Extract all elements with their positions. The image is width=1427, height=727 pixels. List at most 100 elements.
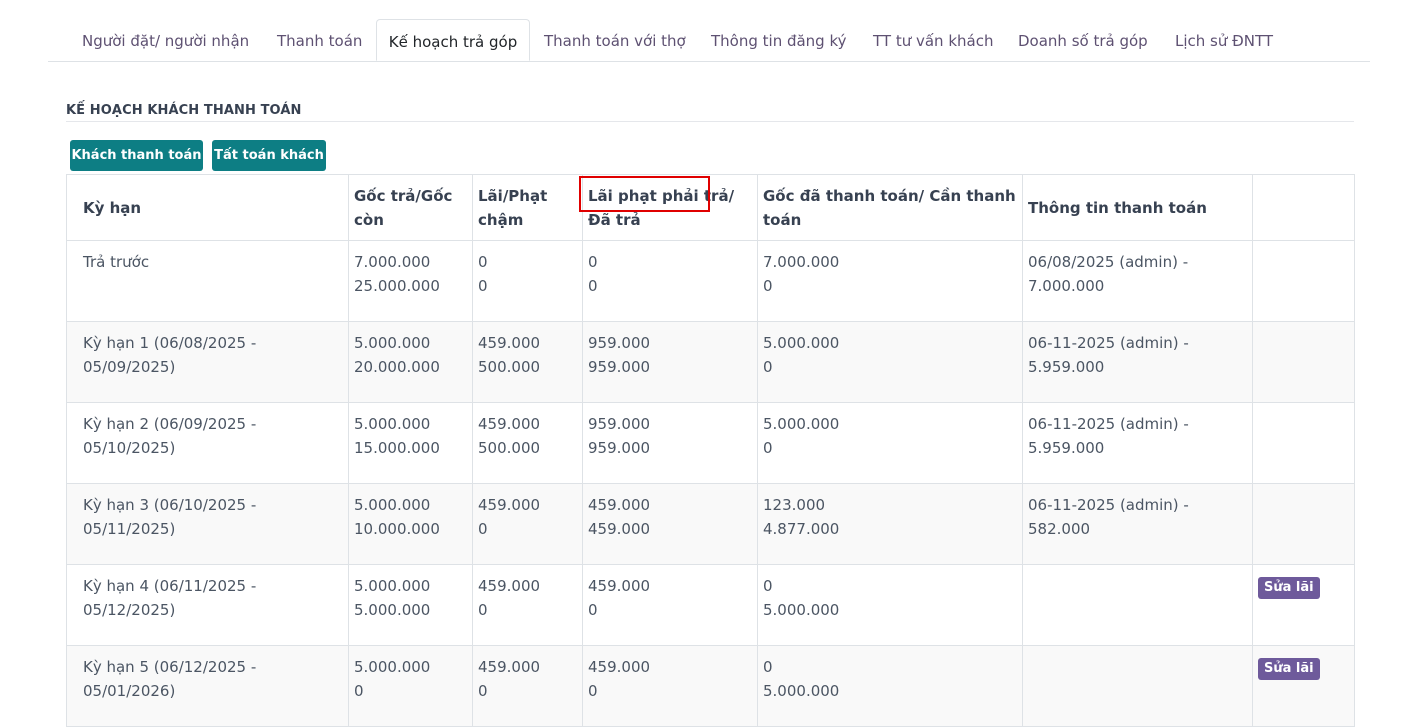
late-penalty-value: 500.000 [478,358,541,376]
interest-value: 459.000 [478,496,541,514]
principal-settled-cell: 123.000 4.877.000 [757,483,1023,565]
penalty-paid-value: 459.000 [588,520,651,538]
principal-needed-value: 5.000.000 [763,601,840,619]
header-interest: Lãi/Phạt chậm [472,174,583,241]
principal-settled-cell: 5.000.000 0 [757,321,1023,403]
principal-remaining-value: 0 [354,682,364,700]
principal-settled-value: 5.000.000 [763,334,840,352]
interest-cell: 459.000 0 [472,564,583,646]
principal-paid-value: 5.000.000 [354,334,431,352]
principal-settled-value: 0 [763,577,773,595]
table-row: Kỳ hạn 2 (06/09/2025 - 05/10/2025) 5.000… [66,402,1355,484]
principal-needed-value: 0 [763,358,773,376]
penalty-due-value: 459.000 [588,658,651,676]
settle-customer-button[interactable]: Tất toán khách [212,140,326,171]
tab-ke-hoach-tra-gop[interactable]: Kế hoạch trả góp [376,19,530,61]
interest-cell: 459.000 0 [472,483,583,565]
principal-cell: 7.000.000 25.000.000 [348,240,473,322]
payment-info-cell: 06-11-2025 (admin) - 582.000 [1022,483,1253,565]
header-payment-info: Thông tin thanh toán [1022,174,1253,241]
action-cell [1252,402,1355,484]
section-divider [66,121,1354,122]
principal-paid-value: 5.000.000 [354,577,431,595]
principal-cell: 5.000.000 5.000.000 [348,564,473,646]
table-row: Trả trước 7.000.000 25.000.000 00 00 7.00… [66,240,1355,322]
payment-info-cell: 06-11-2025 (admin) - 5.959.000 [1022,402,1253,484]
late-penalty-value: 0 [478,520,488,538]
table-row: Kỳ hạn 4 (06/11/2025 - 05/12/2025) 5.000… [66,564,1355,646]
principal-cell: 5.000.000 0 [348,645,473,727]
header-principal-paid: Gốc đã thanh toán/ Cần thanh toán [757,174,1023,241]
payment-info-cell [1022,645,1253,727]
interest-value: 459.000 [478,415,541,433]
section-title: KẾ HOẠCH KHÁCH THANH TOÁN [66,103,302,118]
penalty-due-value: 0 [588,253,598,271]
penalty-paid-value: 959.000 [588,358,651,376]
table-header-row: Kỳ hạn Gốc trả/Gốc còn Lãi/Phạt chậm Lãi… [66,174,1355,241]
principal-cell: 5.000.000 10.000.000 [348,483,473,565]
principal-paid-value: 5.000.000 [354,658,431,676]
table-row: Kỳ hạn 3 (06/10/2025 - 05/11/2025) 5.000… [66,483,1355,565]
action-cell [1252,321,1355,403]
term-cell: Trả trước [66,240,349,322]
customer-payment-button[interactable]: Khách thanh toán [70,140,203,171]
term-cell: Kỳ hạn 5 (06/12/2025 - 05/01/2026) [66,645,349,727]
tab-lich-su-dntt[interactable]: Lịch sử ĐNTT [1175,19,1273,61]
term-cell: Kỳ hạn 1 (06/08/2025 - 05/09/2025) [66,321,349,403]
table-row: Kỳ hạn 5 (06/12/2025 - 05/01/2026) 5.000… [66,645,1355,727]
principal-paid-value: 5.000.000 [354,415,431,433]
edit-interest-button[interactable]: Sửa lãi [1258,577,1320,599]
penalty-due-value: 959.000 [588,334,651,352]
penalty-cell: 959.000 959.000 [582,402,758,484]
tab-tt-tu-van-khach[interactable]: TT tư vấn khách [873,19,993,61]
payment-info-cell [1022,564,1253,646]
principal-settled-value: 7.000.000 [763,253,840,271]
principal-remaining-value: 25.000.000 [354,277,440,295]
interest-value: 459.000 [478,334,541,352]
tab-thong-tin-dang-ky[interactable]: Thông tin đăng ký [711,19,847,61]
edit-interest-button[interactable]: Sửa lãi [1258,658,1320,680]
action-cell [1252,483,1355,565]
interest-cell: 459.000 500.000 [472,321,583,403]
late-penalty-value: 0 [478,601,488,619]
principal-remaining-value: 20.000.000 [354,358,440,376]
header-penalty: Lãi phạt phải trả/Đã trả [582,174,758,241]
principal-cell: 5.000.000 20.000.000 [348,321,473,403]
interest-value: 0 [478,253,488,271]
late-penalty-value: 0 [478,682,488,700]
tab-thanh-toan[interactable]: Thanh toán [277,19,362,61]
principal-paid-value: 5.000.000 [354,496,431,514]
penalty-cell: 459.000 0 [582,645,758,727]
header-term: Kỳ hạn [66,174,349,241]
principal-remaining-value: 5.000.000 [354,601,431,619]
principal-needed-value: 4.877.000 [763,520,840,538]
tab-nguoi-dat-nguoi-nhan[interactable]: Người đặt/ người nhận [82,19,249,61]
principal-needed-value: 5.000.000 [763,682,840,700]
tab-doanh-so-tra-gop[interactable]: Doanh số trả góp [1018,19,1148,61]
penalty-paid-value: 0 [588,682,598,700]
term-cell: Kỳ hạn 4 (06/11/2025 - 05/12/2025) [66,564,349,646]
principal-remaining-value: 10.000.000 [354,520,440,538]
penalty-due-value: 959.000 [588,415,651,433]
penalty-cell: 959.000 959.000 [582,321,758,403]
penalty-due-value: 459.000 [588,496,651,514]
term-cell: Kỳ hạn 3 (06/10/2025 - 05/11/2025) [66,483,349,565]
principal-remaining-value: 15.000.000 [354,439,440,457]
penalty-due-value: 459.000 [588,577,651,595]
penalty-paid-value: 959.000 [588,439,651,457]
late-penalty-value: 0 [478,277,488,295]
principal-settled-cell: 0 5.000.000 [757,564,1023,646]
interest-cell: 459.000 500.000 [472,402,583,484]
late-penalty-value: 500.000 [478,439,541,457]
payment-plan-table: Kỳ hạn Gốc trả/Gốc còn Lãi/Phạt chậm Lãi… [66,174,1355,727]
tab-thanh-toan-voi-tho[interactable]: Thanh toán với thợ [544,19,686,61]
penalty-cell: 459.000 459.000 [582,483,758,565]
interest-value: 459.000 [478,577,541,595]
action-cell [1252,240,1355,322]
penalty-cell: 00 [582,240,758,322]
penalty-cell: 459.000 0 [582,564,758,646]
principal-needed-value: 0 [763,439,773,457]
principal-settled-value: 0 [763,658,773,676]
principal-needed-value: 0 [763,277,773,295]
payment-info-cell: 06-11-2025 (admin) - 5.959.000 [1022,321,1253,403]
